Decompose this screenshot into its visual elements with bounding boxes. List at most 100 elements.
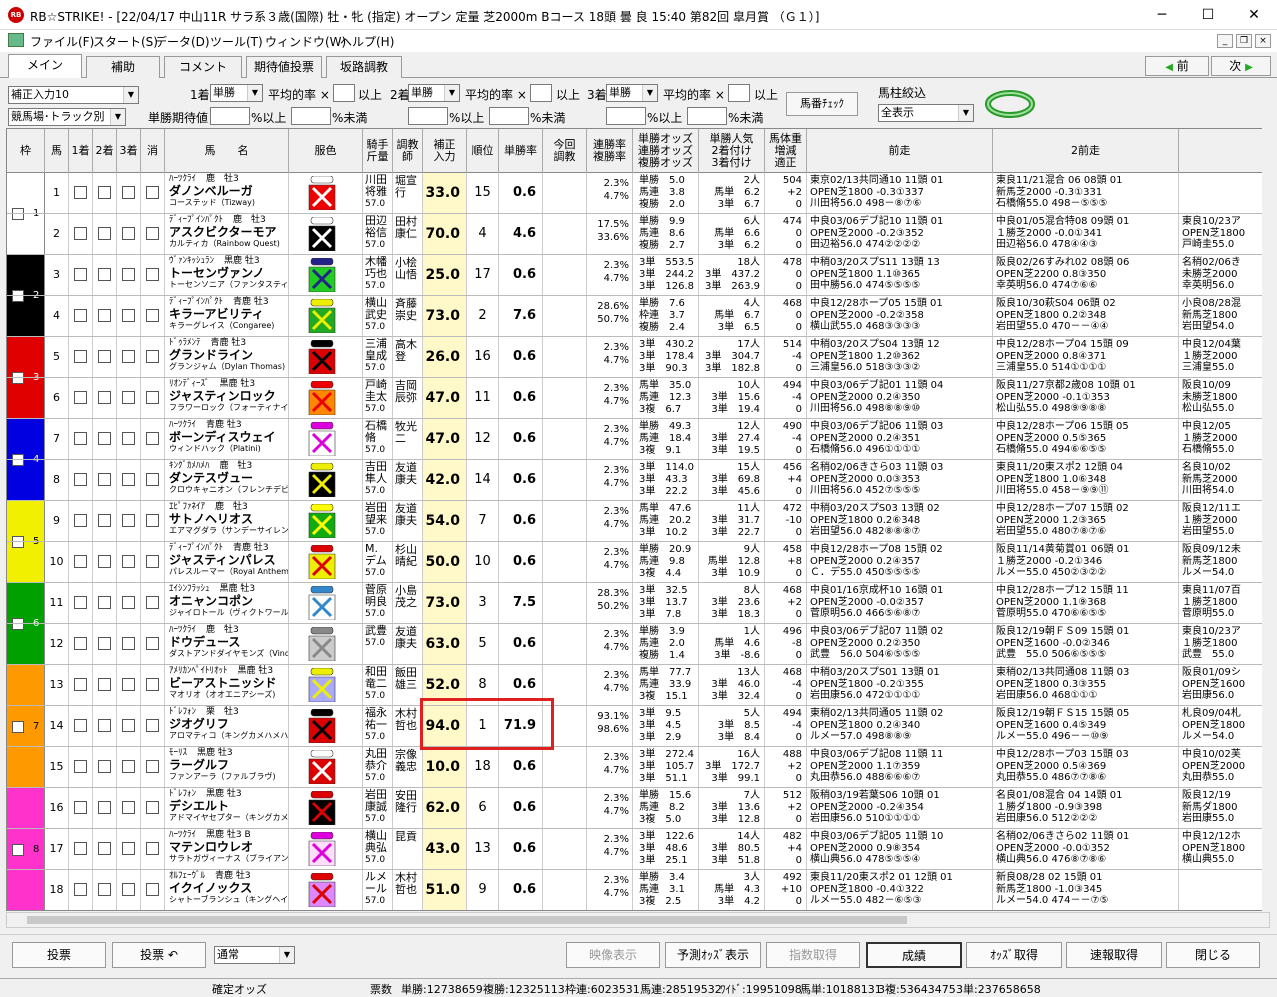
- minimize-button[interactable]: ─: [1139, 0, 1185, 30]
- hosei-input[interactable]: 26.0: [423, 337, 467, 377]
- table-row[interactable]: 3 ｳﾞｧﾝｷｯｼｭﾗﾝ 黒鹿 牡3トーセンヴァンノトーセンソニア（ファンタスティッ…: [7, 255, 1269, 296]
- hosei-input[interactable]: 63.0: [423, 624, 467, 664]
- index-get-button[interactable]: 指数取得: [766, 942, 860, 968]
- hosei-input[interactable]: 25.0: [423, 255, 467, 295]
- hosei-input[interactable]: 47.0: [423, 419, 467, 459]
- horse-name[interactable]: ビーアストニッシド: [169, 676, 288, 690]
- scratch-checkbox[interactable]: [146, 350, 159, 363]
- menu-start[interactable]: スタート(S): [93, 33, 158, 50]
- p3-checkbox[interactable]: [122, 883, 135, 896]
- table-row[interactable]: 18 ｵﾙﾌｪｰｳﾞﾙ 青鹿 牡3イクイノックスシャトーブランシュ（キングヘイロー)…: [7, 870, 1269, 910]
- p2-checkbox[interactable]: [98, 883, 111, 896]
- table-row[interactable]: 17 ﾊｰﾂｸﾗｲ 黒鹿 牡3 Bマテンロウレオサラトガヴィーナス（ブライアンズタイ…: [7, 829, 1269, 870]
- menu-help[interactable]: ヘルプ(H): [340, 33, 394, 50]
- scratch-checkbox[interactable]: [146, 637, 159, 650]
- pred-odds-button[interactable]: 予測ｵｯｽﾞ表示: [665, 942, 761, 968]
- tab-ev-vote[interactable]: 期待値投票: [246, 56, 322, 78]
- p1-checkbox[interactable]: [74, 514, 87, 527]
- scratch-checkbox[interactable]: [146, 842, 159, 855]
- close-button[interactable]: 閉じる: [1166, 942, 1260, 968]
- hosei-input[interactable]: 43.0: [423, 829, 467, 869]
- p1-checkbox[interactable]: [74, 227, 87, 240]
- hosei-input[interactable]: 50.0: [423, 542, 467, 582]
- horse-name[interactable]: ダンテスヴュー: [169, 471, 288, 485]
- results-button[interactable]: 成績: [866, 942, 962, 968]
- p1-checkbox[interactable]: [74, 186, 87, 199]
- tab-aux[interactable]: 補助: [86, 56, 160, 78]
- p1-checkbox[interactable]: [74, 760, 87, 773]
- scratch-checkbox[interactable]: [146, 432, 159, 445]
- scroll-thumb[interactable]: [27, 916, 907, 924]
- p2-checkbox[interactable]: [98, 186, 111, 199]
- p2-checkbox[interactable]: [98, 309, 111, 322]
- vote-back-button[interactable]: 投票 ↶: [112, 942, 206, 968]
- horse-name[interactable]: ジャスティンロック: [169, 389, 288, 403]
- scratch-checkbox[interactable]: [146, 678, 159, 691]
- p3-checkbox[interactable]: [122, 801, 135, 814]
- mdi-minimize-icon[interactable]: _: [1217, 34, 1233, 48]
- horse-name[interactable]: ジャスティンパレス: [169, 553, 288, 567]
- horse-name[interactable]: ラーグルフ: [169, 758, 288, 772]
- p2-checkbox[interactable]: [98, 801, 111, 814]
- scratch-checkbox[interactable]: [146, 760, 159, 773]
- track-mode-select[interactable]: 競馬場･トラック別 ▼: [8, 108, 126, 126]
- horse-name[interactable]: ドウデュース: [169, 635, 288, 649]
- table-row[interactable]: 7 ﾊｰﾂｸﾗｲ 青鹿 牡3 ボーンディスウェイ ウィンドハック（Platini) 石橋 …: [7, 419, 1269, 460]
- horse-name[interactable]: ダノンベルーガ: [169, 184, 288, 198]
- scratch-checkbox[interactable]: [146, 391, 159, 404]
- horse-name[interactable]: トーセンヴァンノ: [169, 266, 288, 280]
- p1-checkbox[interactable]: [74, 555, 87, 568]
- table-row[interactable]: 9 ｴﾋﾟﾌｧﾈｲｱ 鹿 牡3 サトノヘリオス エアマグダラ（サンデーサイレンス) 岩田 …: [7, 501, 1269, 542]
- menu-tools[interactable]: ツール(T): [210, 33, 263, 50]
- scratch-checkbox[interactable]: [146, 186, 159, 199]
- avg-input-2[interactable]: [530, 84, 552, 102]
- avg-input-3[interactable]: [728, 84, 750, 102]
- table-row[interactable]: 8 ｷﾝｸﾞｶﾒﾊﾒﾊ 鹿 牡3ダンテスヴュークロウキャニオン（フレンチデピュティ)…: [7, 460, 1269, 501]
- table-row[interactable]: 11 ｴｲｼﾝﾌﾗｯｼｭ 黒鹿 牡3オニャンコポンジャイロトール（ヴィクトワールピサ…: [7, 583, 1269, 624]
- p3-checkbox[interactable]: [122, 350, 135, 363]
- table-row[interactable]: 6 ﾘｵﾝﾃﾞｨｰｽﾞ 黒鹿 牡3ジャスティンロックフラワーロック（フォーティナイナ…: [7, 378, 1269, 419]
- p3-checkbox[interactable]: [122, 514, 135, 527]
- p3-checkbox[interactable]: [122, 842, 135, 855]
- p3-checkbox[interactable]: [122, 760, 135, 773]
- table-row[interactable]: 5 ﾄﾞｩﾗﾒﾝﾃ 青鹿 牡3 グランドライン グランジャム（Dylan Thomas)…: [7, 337, 1269, 378]
- p3-checkbox[interactable]: [122, 309, 135, 322]
- horse-name[interactable]: アスクビクターモア: [169, 225, 288, 239]
- p3-checkbox[interactable]: [122, 555, 135, 568]
- mdi-close-icon[interactable]: ×: [1255, 34, 1271, 48]
- mode-select[interactable]: 通常 ▼: [214, 946, 295, 964]
- p1-checkbox[interactable]: [74, 719, 87, 732]
- p3-checkbox[interactable]: [122, 227, 135, 240]
- ev3-max-input[interactable]: [687, 107, 727, 125]
- p2-checkbox[interactable]: [98, 268, 111, 281]
- scratch-checkbox[interactable]: [146, 555, 159, 568]
- hosei-input[interactable]: 47.0: [423, 378, 467, 418]
- table-row[interactable]: 10 ﾃﾞｨｰﾌﾟｲﾝﾊﾟｸﾄ 青鹿 牡3 ジャスティンパレス パレスルーマー（Roya…: [7, 542, 1269, 583]
- ev3-min-input[interactable]: [606, 107, 646, 125]
- p1-checkbox[interactable]: [74, 350, 87, 363]
- horse-name[interactable]: キラーアビリティ: [169, 307, 288, 321]
- second-bet-select[interactable]: 単勝 ▼: [408, 84, 460, 102]
- scratch-checkbox[interactable]: [146, 227, 159, 240]
- p3-checkbox[interactable]: [122, 719, 135, 732]
- scratch-checkbox[interactable]: [146, 473, 159, 486]
- p1-checkbox[interactable]: [74, 432, 87, 445]
- table-row[interactable]: 13 ｱﾒﾘｶﾝﾍﾟｲﾄﾘｵｯﾄ 黒鹿 牡3 ビーアストニッシド マオリオ（オオエニアシ…: [7, 665, 1269, 706]
- p1-checkbox[interactable]: [74, 473, 87, 486]
- horse-name[interactable]: イクイノックス: [169, 881, 288, 895]
- p3-checkbox[interactable]: [122, 268, 135, 281]
- p1-checkbox[interactable]: [74, 637, 87, 650]
- p2-checkbox[interactable]: [98, 760, 111, 773]
- p2-checkbox[interactable]: [98, 637, 111, 650]
- third-bet-select[interactable]: 単勝 ▼: [606, 84, 658, 102]
- table-row[interactable]: 15 ﾓｰﾘｽ 黒鹿 牡3 ラーグルフ ファンアーラ（ファルブラヴ) 丸田 恭介 57.0 宗…: [7, 747, 1269, 788]
- p2-checkbox[interactable]: [98, 432, 111, 445]
- scratch-checkbox[interactable]: [146, 801, 159, 814]
- tab-main[interactable]: メイン: [8, 54, 82, 78]
- p2-checkbox[interactable]: [98, 719, 111, 732]
- table-row[interactable]: 14 ﾄﾞﾚﾌｫﾝ 栗 牡3 ジオグリフ アロマティコ（キングカメハメハ) 福永 祐一 57…: [7, 706, 1269, 747]
- mdi-restore-icon[interactable]: ❐: [1236, 34, 1252, 48]
- horizontal-scrollbar[interactable]: [6, 912, 1270, 928]
- tab-comment[interactable]: コメント: [164, 56, 242, 78]
- p3-checkbox[interactable]: [122, 186, 135, 199]
